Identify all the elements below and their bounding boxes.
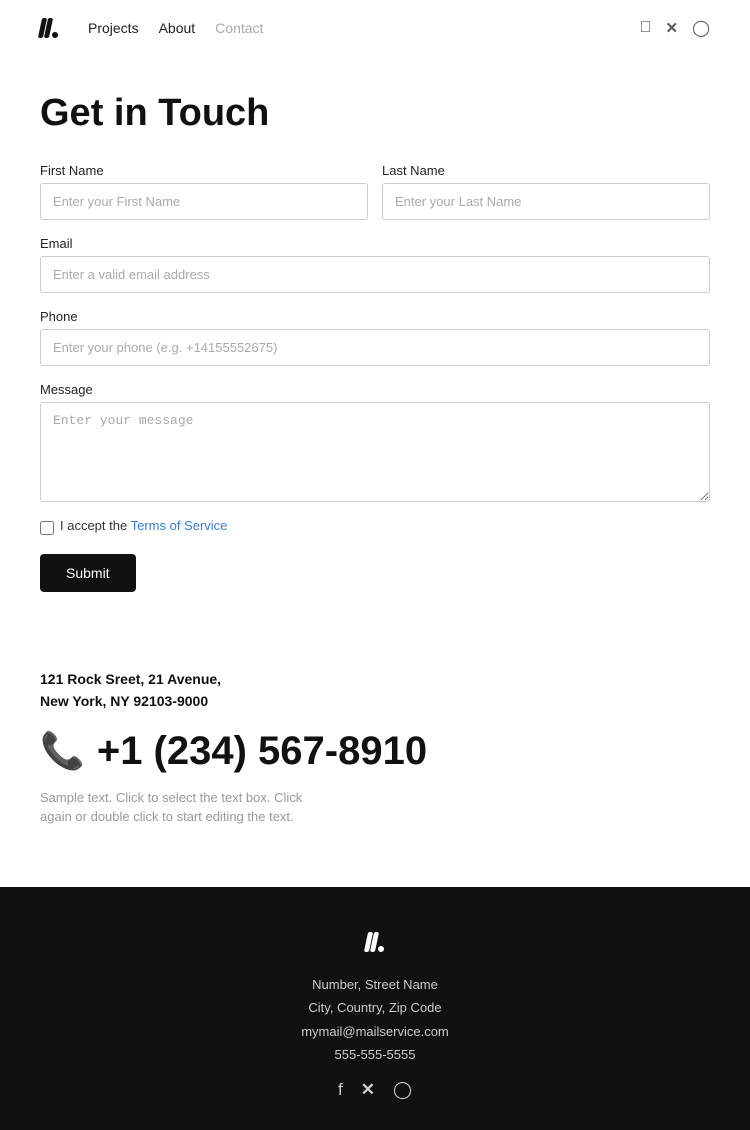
nav-link-about[interactable]: About xyxy=(159,20,196,36)
tos-label[interactable]: I accept the Terms of Service xyxy=(60,518,227,533)
nav-social:  ✕ ◯ xyxy=(640,18,710,38)
page-title: Get in Touch xyxy=(40,92,710,135)
phone-row-display: 📞 +1 (234) 567-8910 xyxy=(40,729,710,774)
contact-info: 121 Rock Sreet, 21 Avenue, New York, NY … xyxy=(0,632,750,857)
tos-row: I accept the Terms of Service xyxy=(40,518,710,538)
message-label: Message xyxy=(40,382,710,397)
email-input[interactable] xyxy=(40,256,710,293)
instagram-icon[interactable]: ◯ xyxy=(692,18,710,38)
last-name-input[interactable] xyxy=(382,183,710,220)
last-name-label: Last Name xyxy=(382,163,710,178)
sample-text: Sample text. Click to select the text bo… xyxy=(40,788,320,827)
first-name-label: First Name xyxy=(40,163,368,178)
footer-instagram-icon[interactable]: ◯ xyxy=(393,1080,412,1100)
footer-social: f ✕ ◯ xyxy=(20,1080,730,1100)
message-row: Message xyxy=(40,382,710,502)
phone-group: Phone xyxy=(40,309,710,366)
tos-checkbox[interactable] xyxy=(40,521,54,535)
phone-number[interactable]: +1 (234) 567-8910 xyxy=(97,729,427,774)
nav-link-contact[interactable]: Contact xyxy=(215,20,263,36)
message-group: Message xyxy=(40,382,710,502)
nav-link-projects[interactable]: Projects xyxy=(88,20,139,36)
footer-address-line2: City, Country, Zip Code xyxy=(20,996,730,1019)
footer-logo-dot xyxy=(378,946,384,952)
nav-links: Projects About Contact xyxy=(88,20,263,36)
footer-twitter-x-icon[interactable]: ✕ xyxy=(361,1080,375,1100)
first-name-input[interactable] xyxy=(40,183,368,220)
address-line2: New York, NY 92103-9000 xyxy=(40,690,710,712)
name-row: First Name Last Name xyxy=(40,163,710,220)
nav-left: Projects About Contact xyxy=(40,18,263,38)
phone-input[interactable] xyxy=(40,329,710,366)
contact-address: 121 Rock Sreet, 21 Avenue, New York, NY … xyxy=(40,668,710,713)
footer-logo xyxy=(20,927,730,959)
first-name-group: First Name xyxy=(40,163,368,220)
footer: Number, Street Name City, Country, Zip C… xyxy=(0,887,750,1130)
message-input[interactable] xyxy=(40,402,710,502)
facebook-icon[interactable]:  xyxy=(640,19,652,37)
phone-label: Phone xyxy=(40,309,710,324)
email-group: Email xyxy=(40,236,710,293)
last-name-group: Last Name xyxy=(382,163,710,220)
phone-icon: 📞 xyxy=(40,730,85,772)
submit-button[interactable]: Submit xyxy=(40,554,136,592)
twitter-x-icon[interactable]: ✕ xyxy=(666,19,679,37)
main-content: Get in Touch First Name Last Name Email … xyxy=(0,56,750,632)
logo[interactable] xyxy=(40,18,58,38)
footer-email[interactable]: mymail@mailservice.com xyxy=(20,1020,730,1043)
email-label: Email xyxy=(40,236,710,251)
footer-address-line1: Number, Street Name xyxy=(20,973,730,996)
footer-facebook-icon[interactable]: f xyxy=(338,1080,343,1100)
contact-form: First Name Last Name Email Phone xyxy=(40,163,710,592)
navbar: Projects About Contact  ✕ ◯ xyxy=(0,0,750,56)
tos-link[interactable]: Terms of Service xyxy=(131,518,228,533)
footer-logo-mark xyxy=(366,932,384,952)
footer-address: Number, Street Name City, Country, Zip C… xyxy=(20,973,730,1067)
phone-row: Phone xyxy=(40,309,710,366)
footer-phone[interactable]: 555-555-5555 xyxy=(20,1043,730,1066)
email-row: Email xyxy=(40,236,710,293)
address-line1: 121 Rock Sreet, 21 Avenue, xyxy=(40,668,710,690)
logo-dot xyxy=(52,32,58,38)
